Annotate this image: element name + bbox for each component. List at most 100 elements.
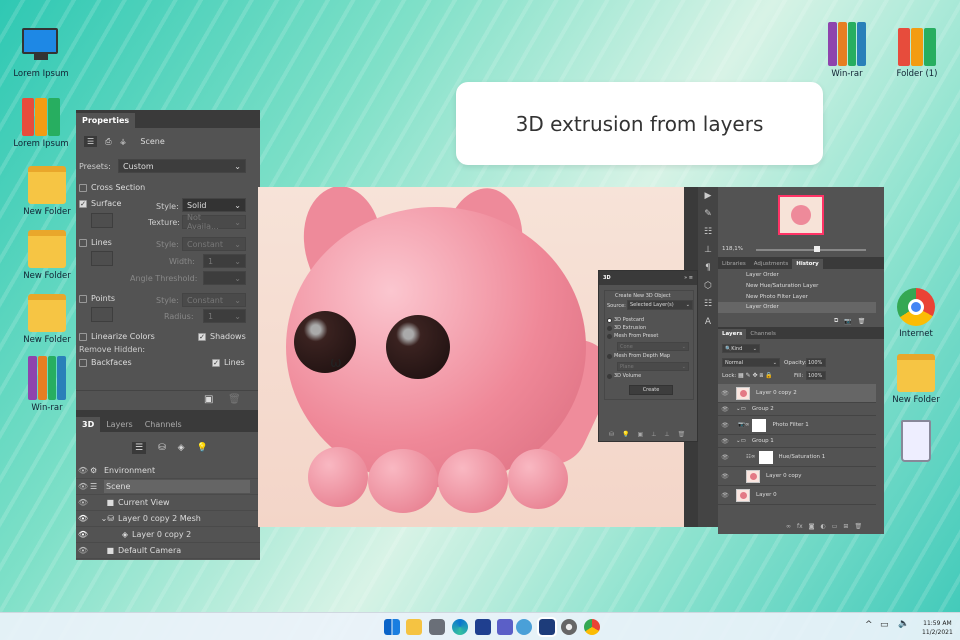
eye-icon[interactable]: 👁	[76, 546, 90, 555]
tab-properties[interactable]: Properties	[76, 113, 136, 128]
hidden-lines-checkbox[interactable]: ✓	[212, 358, 220, 367]
surface-style-select[interactable]: Solid ⌄	[182, 198, 246, 212]
eye-icon[interactable]: 👁	[718, 438, 732, 445]
backfaces-checkbox[interactable]	[79, 358, 87, 367]
camera-icon[interactable]: 📷	[844, 318, 851, 325]
scene-item-environment[interactable]: 👁 ⚙ Environment	[76, 463, 260, 479]
store-icon[interactable]	[475, 619, 491, 635]
edge-icon[interactable]	[452, 619, 468, 635]
trash-icon[interactable]: 🗑	[858, 318, 866, 325]
ground-icon[interactable]: ⊥	[651, 431, 656, 438]
network-icon[interactable]: ▭	[880, 620, 889, 630]
desktop-icon-new-folder-3[interactable]: New Folder	[12, 294, 82, 345]
history-item[interactable]: New Photo Filter Layer	[746, 294, 808, 300]
option-3d-extrusion[interactable]: 3D Extrusion	[607, 325, 646, 331]
lines-style-select[interactable]: Constant ⌄	[182, 237, 246, 251]
eye-icon[interactable]: 👁	[76, 514, 90, 523]
chrome-taskbar-icon[interactable]	[584, 619, 600, 635]
character-icon[interactable]: A	[698, 313, 718, 331]
lock-icons[interactable]: ▦ ✎ ✥ ⧈ 🔒	[738, 372, 773, 380]
presets-select[interactable]: Custom ⌄	[118, 159, 246, 173]
desktop-icon-folder-1[interactable]: Folder (1)	[882, 28, 952, 79]
scene-item-material[interactable]: 👁 ◈ Layer 0 copy 2	[76, 527, 260, 543]
scene-item-mesh[interactable]: 👁 ⌄⛁ Layer 0 copy 2 Mesh	[76, 511, 260, 527]
clock[interactable]: 11:59 AM 11/2/2021	[922, 619, 953, 637]
desktop-icon-internet[interactable]: Internet	[881, 288, 951, 339]
eye-icon[interactable]: 👁	[76, 498, 90, 507]
stamp-icon[interactable]: ⊥	[698, 241, 718, 259]
navigator-zoom-slider[interactable]	[756, 246, 866, 252]
trash-icon[interactable]: 🗑	[678, 431, 686, 438]
materials-filter-icon[interactable]: ◈	[178, 443, 185, 453]
group-icon[interactable]: ▭	[832, 523, 838, 530]
points-style-select[interactable]: Constant ⌄	[182, 293, 246, 307]
surface-color-swatch[interactable]	[91, 213, 113, 228]
tab-channels[interactable]: Channels	[139, 417, 188, 432]
layer-row-hue-saturation-1[interactable]: 👁 ☷∞ Hue/Saturation 1	[718, 448, 876, 467]
adjust-icon[interactable]: ☷	[698, 295, 718, 313]
navigator-thumbnail[interactable]	[778, 195, 824, 235]
tab-channels-right[interactable]: Channels	[746, 329, 779, 339]
option-3d-volume[interactable]: 3D Volume	[607, 373, 641, 379]
layer-row-layer-0[interactable]: 👁 Layer 0	[718, 486, 876, 505]
surface-checkbox[interactable]: ✓	[79, 199, 87, 208]
brush-icon[interactable]: ✎	[698, 205, 718, 223]
tab-adjustments[interactable]: Adjustments	[750, 259, 792, 269]
tab-layers[interactable]: Layers	[100, 417, 138, 432]
drop-icon[interactable]: ⊥	[664, 431, 669, 438]
render-icon[interactable]: ▣	[204, 394, 213, 405]
layer-row-layer-0-copy-2[interactable]: 👁 Layer 0 copy 2	[718, 384, 876, 403]
mask-icon[interactable]: ◙	[809, 523, 815, 530]
eye-icon[interactable]: 👁	[76, 482, 90, 491]
app-active-icon[interactable]	[537, 617, 557, 637]
eye-icon[interactable]: 👁	[718, 390, 732, 397]
desktop-icon-winrar-right[interactable]: Win-rar	[812, 22, 882, 79]
eye-icon[interactable]: 👁	[718, 473, 732, 480]
mesh-icon[interactable]: ⛁	[609, 431, 614, 438]
create-button[interactable]: Create	[629, 385, 673, 395]
history-item-selected[interactable]: Layer Order	[718, 302, 876, 313]
history-item[interactable]: New Hue/Saturation Layer	[746, 283, 818, 289]
desktop-icon-new-folder-right[interactable]: New Folder	[881, 354, 951, 405]
lines-color-swatch[interactable]	[91, 251, 113, 266]
layer-row-layer-0-copy[interactable]: 👁 Layer 0 copy	[718, 467, 876, 486]
source-select[interactable]: Selected Layer(s) ⌄	[627, 300, 693, 310]
whole-scene-filter-icon[interactable]: ☰	[132, 442, 147, 454]
layer-filter-select[interactable]: 🔍Kind ⌄	[722, 344, 760, 353]
tray-chevron-icon[interactable]: ^	[865, 620, 873, 630]
3d-cube-icon[interactable]: ⬡	[698, 277, 718, 295]
desktop-icon-new-folder-1[interactable]: New Folder	[12, 166, 82, 217]
layer-row-group-2[interactable]: 👁 ⌄▭ Group 2	[718, 403, 876, 416]
paragraph-icon[interactable]: ¶	[698, 259, 718, 277]
points-checkbox[interactable]	[79, 294, 87, 303]
desktop-icon-lorem-ipsum-computer[interactable]: Lorem Ipsum	[6, 28, 76, 79]
lines-checkbox[interactable]	[79, 238, 87, 247]
angle-threshold-input[interactable]: ⌄	[203, 271, 246, 285]
linearize-colors-checkbox[interactable]	[79, 332, 87, 341]
preset-select[interactable]: Cone ⌄	[617, 342, 689, 351]
eye-icon[interactable]: 👁	[76, 530, 90, 539]
radius-input[interactable]: 1 ⌄	[203, 309, 246, 323]
sliders-icon[interactable]: ☷	[698, 223, 718, 241]
tab-layers-right[interactable]: Layers	[718, 329, 747, 339]
desktop-icon-new-folder-2[interactable]: New Folder	[12, 230, 82, 281]
eye-icon[interactable]: 👁	[718, 454, 732, 461]
eye-icon[interactable]: 👁	[718, 406, 732, 413]
desktop-icon-lorem-ipsum-books[interactable]: Lorem Ipsum	[6, 98, 76, 149]
tab-libraries[interactable]: Libraries	[718, 259, 750, 269]
texture-select[interactable]: Not Availa... ⌄	[182, 213, 246, 231]
play-icon[interactable]: ▶	[698, 187, 718, 205]
frame-icon[interactable]: ▣	[638, 431, 644, 438]
camera-view-icon[interactable]: ⚶	[120, 137, 127, 146]
maps-icon[interactable]	[516, 619, 532, 635]
layer-row-photo-filter-1[interactable]: 👁 📷∞ Photo Filter 1	[718, 416, 876, 435]
blend-mode-select[interactable]: Normal ⌄	[722, 358, 780, 367]
trash-icon[interactable]: 🗑	[854, 523, 862, 530]
scene-item-scene[interactable]: 👁 ☰ Scene	[76, 479, 260, 495]
meshes-filter-icon[interactable]: ⛁	[158, 443, 166, 453]
eye-icon[interactable]: 👁	[718, 422, 732, 429]
layer-row-group-1[interactable]: 👁 ⌄▭ Group 1	[718, 435, 876, 448]
points-color-swatch[interactable]	[91, 307, 113, 322]
depth-map-select[interactable]: Plane ⌄	[617, 362, 689, 371]
navigator-zoom-value[interactable]: 118,1%	[722, 246, 743, 252]
